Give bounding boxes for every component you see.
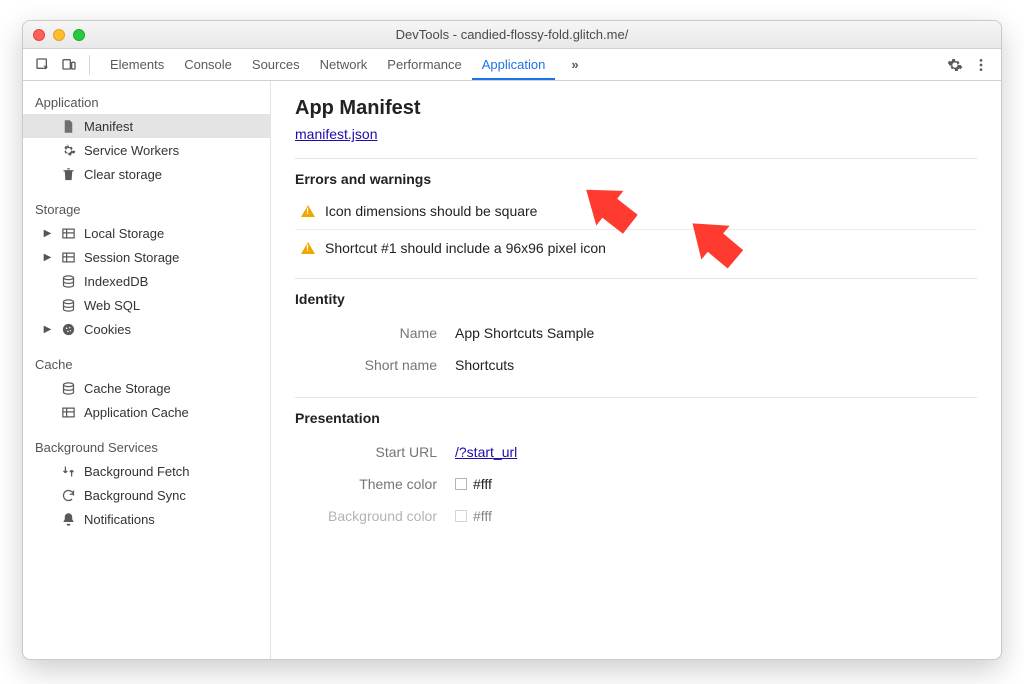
sidebar-item-label: Clear storage (84, 167, 162, 182)
sidebar-item-label: Background Fetch (84, 464, 190, 479)
database-icon (60, 380, 76, 396)
theme-color-label: Theme color (295, 476, 455, 492)
sidebar-item-label: Background Sync (84, 488, 186, 503)
tab-sources[interactable]: Sources (242, 51, 310, 79)
sidebar-item-label: Service Workers (84, 143, 179, 158)
sidebar-item-label: Cache Storage (84, 381, 171, 396)
presentation-section-title: Presentation (295, 410, 977, 426)
sidebar-group-label: Background Services (23, 432, 270, 459)
application-sidebar: Application Manifest Service Workers Clear … (23, 81, 271, 659)
sidebar-item-local-storage[interactable]: ▶ Local Storage (23, 221, 270, 245)
warning-row: Shortcut #1 should include a 96x96 pixel… (295, 234, 977, 262)
sidebar-item-label: Notifications (84, 512, 155, 527)
theme-color-value: #fff (455, 476, 492, 492)
sidebar-item-label: Web SQL (84, 298, 140, 313)
expand-triangle-icon: ▶ (43, 252, 52, 263)
sidebar-item-indexeddb[interactable]: IndexedDB (23, 269, 270, 293)
sidebar-item-notifications[interactable]: Notifications (23, 507, 270, 531)
settings-icon[interactable] (945, 55, 965, 75)
sidebar-item-application-cache[interactable]: Application Cache (23, 400, 270, 424)
warning-text: Icon dimensions should be square (325, 203, 537, 219)
warning-icon (301, 205, 315, 217)
background-color-label: Background color (295, 508, 455, 524)
sidebar-item-cache-storage[interactable]: Cache Storage (23, 376, 270, 400)
window-titlebar: DevTools - candied-flossy-fold.glitch.me… (23, 21, 1001, 49)
sidebar-item-session-storage[interactable]: ▶ Session Storage (23, 245, 270, 269)
start-url-label: Start URL (295, 444, 455, 460)
color-swatch-icon (455, 510, 467, 522)
identity-name-value: App Shortcuts Sample (455, 325, 594, 341)
sidebar-item-label: Local Storage (84, 226, 164, 241)
sidebar-item-label: Application Cache (84, 405, 189, 420)
sidebar-item-label: Session Storage (84, 250, 179, 265)
maximize-window-button[interactable] (73, 29, 85, 41)
sidebar-item-background-fetch[interactable]: Background Fetch (23, 459, 270, 483)
device-toolbar-icon[interactable] (59, 55, 79, 75)
sidebar-item-label: Manifest (84, 119, 133, 134)
inspect-icon[interactable] (33, 55, 53, 75)
table-icon (60, 249, 76, 265)
cookie-icon (60, 321, 76, 337)
tab-console[interactable]: Console (174, 51, 242, 79)
tab-network[interactable]: Network (310, 51, 378, 79)
warning-row: Icon dimensions should be square (295, 197, 977, 225)
database-icon (60, 297, 76, 313)
identity-shortname-label: Short name (295, 357, 455, 373)
warning-icon (301, 242, 315, 254)
expand-triangle-icon: ▶ (43, 324, 52, 335)
identity-section-title: Identity (295, 291, 977, 307)
sidebar-group-label: Application (23, 87, 270, 114)
identity-shortname-value: Shortcuts (455, 357, 514, 373)
sidebar-group-label: Storage (23, 194, 270, 221)
warning-text: Shortcut #1 should include a 96x96 pixel… (325, 240, 606, 256)
tab-elements[interactable]: Elements (100, 51, 174, 79)
tab-performance[interactable]: Performance (377, 51, 471, 79)
sync-icon (60, 487, 76, 503)
sidebar-group-label: Cache (23, 349, 270, 376)
table-icon (60, 404, 76, 420)
start-url-link[interactable]: /?start_url (455, 444, 517, 460)
transfer-icon (60, 463, 76, 479)
tab-application[interactable]: Application (472, 51, 556, 80)
sidebar-item-label: IndexedDB (84, 274, 148, 289)
minimize-window-button[interactable] (53, 29, 65, 41)
manifest-link[interactable]: manifest.json (295, 126, 377, 142)
database-icon (60, 273, 76, 289)
sidebar-item-label: Cookies (84, 322, 131, 337)
gear-icon (60, 142, 76, 158)
sidebar-item-service-workers[interactable]: Service Workers (23, 138, 270, 162)
manifest-panel: App Manifest manifest.json Errors and wa… (271, 81, 1001, 659)
sidebar-item-manifest[interactable]: Manifest (23, 114, 270, 138)
file-icon (60, 118, 76, 134)
expand-triangle-icon: ▶ (43, 228, 52, 239)
trash-icon (60, 166, 76, 182)
sidebar-item-background-sync[interactable]: Background Sync (23, 483, 270, 507)
bell-icon (60, 511, 76, 527)
devtools-tabbar: ElementsConsoleSourcesNetworkPerformance… (23, 49, 1001, 81)
tabs-overflow-button[interactable]: » (561, 51, 586, 78)
background-color-value: #fff (455, 508, 492, 524)
sidebar-item-clear-storage[interactable]: Clear storage (23, 162, 270, 186)
page-title: App Manifest (295, 97, 977, 120)
window-title: DevTools - candied-flossy-fold.glitch.me… (23, 27, 1001, 42)
sidebar-item-web-sql[interactable]: Web SQL (23, 293, 270, 317)
close-window-button[interactable] (33, 29, 45, 41)
color-swatch-icon (455, 478, 467, 490)
kebab-menu-icon[interactable] (971, 55, 991, 75)
table-icon (60, 225, 76, 241)
sidebar-item-cookies[interactable]: ▶ Cookies (23, 317, 270, 341)
warnings-section-title: Errors and warnings (295, 171, 977, 187)
identity-name-label: Name (295, 325, 455, 341)
